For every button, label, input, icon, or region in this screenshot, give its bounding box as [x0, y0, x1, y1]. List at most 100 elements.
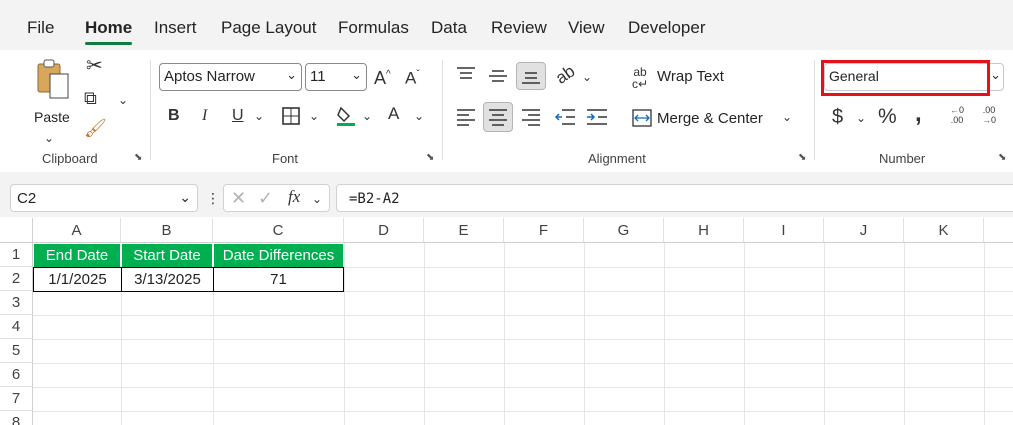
merge-center-button[interactable]: Merge & Center ⌄ — [630, 104, 800, 132]
font-color-dropdown-icon[interactable]: ⌄ — [414, 108, 424, 124]
row-header-3[interactable]: 3 — [0, 291, 33, 315]
alignment-group-label: Alignment — [588, 151, 646, 166]
orientation-icon[interactable]: ab — [552, 61, 578, 87]
cell-c1[interactable]: Date Differences — [213, 243, 344, 268]
wrap-text-button[interactable]: ab c↵ Wrap Text — [630, 62, 730, 90]
column-header-g[interactable]: G — [584, 218, 664, 243]
align-bottom-button[interactable] — [516, 62, 546, 90]
cut-icon[interactable]: ✂ — [86, 56, 103, 76]
align-center-button[interactable] — [483, 102, 513, 132]
comma-style-icon[interactable]: , — [915, 102, 922, 126]
bold-button[interactable]: B — [168, 108, 180, 124]
number-group-label: Number — [879, 151, 926, 166]
decrease-indent-icon[interactable] — [554, 108, 576, 126]
increase-indent-icon[interactable] — [586, 108, 608, 126]
select-all-corner[interactable] — [0, 218, 33, 243]
name-box[interactable]: C2 ⌄ — [10, 184, 198, 212]
menu-bar: File Home Insert Page Layout Formulas Da… — [0, 0, 1013, 50]
copy-dropdown-icon[interactable]: ⌄ — [118, 92, 128, 108]
tab-data[interactable]: Data — [431, 18, 467, 38]
font-size-select[interactable]: 11 ⌄ — [305, 63, 367, 91]
tab-insert[interactable]: Insert — [154, 18, 197, 38]
decrease-decimal-icon[interactable]: .00 →0 — [976, 105, 1002, 129]
cell-b1[interactable]: Start Date — [121, 243, 213, 268]
paste-icon — [37, 59, 69, 99]
tab-formulas[interactable]: Formulas — [338, 18, 409, 38]
column-header-e[interactable]: E — [424, 218, 504, 243]
tab-file[interactable]: File — [27, 18, 54, 38]
gridline — [33, 339, 1013, 340]
cancel-icon[interactable]: ✕ — [231, 189, 246, 207]
tab-developer[interactable]: Developer — [628, 18, 706, 38]
cell-a2[interactable]: 1/1/2025 — [33, 267, 122, 292]
decrease-font-size-icon[interactable]: Aˇ — [405, 67, 420, 87]
alignment-launcher-icon[interactable]: ⬊ — [798, 153, 809, 164]
font-group-label: Font — [272, 151, 299, 166]
paste-label: Paste — [34, 109, 70, 125]
column-header-h[interactable]: H — [664, 218, 744, 243]
column-header-d[interactable]: D — [344, 218, 424, 243]
column-header-k[interactable]: K — [904, 218, 984, 243]
tab-page-layout[interactable]: Page Layout — [221, 18, 316, 38]
italic-button[interactable]: I — [202, 108, 207, 124]
percent-icon[interactable]: % — [878, 106, 897, 127]
group-separator — [442, 60, 443, 160]
row-header-5[interactable]: 5 — [0, 339, 33, 363]
increase-font-size-icon[interactable]: A^ — [374, 67, 391, 87]
row-header-8[interactable]: 8 — [0, 411, 33, 425]
tab-view[interactable]: View — [568, 18, 605, 38]
column-header-c[interactable]: C — [213, 218, 344, 243]
align-right-icon[interactable] — [521, 108, 541, 126]
enter-icon[interactable]: ✓ — [258, 189, 273, 207]
chevron-down-icon: ⌄ — [286, 67, 297, 82]
column-header-j[interactable]: J — [824, 218, 904, 243]
clipboard-launcher-icon[interactable]: ⬊ — [134, 153, 145, 164]
gridline — [424, 243, 425, 425]
currency-dropdown-icon[interactable]: ⌄ — [856, 110, 866, 126]
orientation-dropdown-icon[interactable]: ⌄ — [582, 69, 592, 85]
cell-c2[interactable]: 71 — [213, 267, 344, 292]
copy-icon[interactable]: ⧉ — [84, 89, 97, 107]
column-header-a[interactable]: A — [33, 218, 121, 243]
tab-home[interactable]: Home — [85, 18, 132, 38]
row-header-1[interactable]: 1 — [0, 243, 33, 267]
row-header-2[interactable]: 2 — [0, 267, 33, 291]
row-header-4[interactable]: 4 — [0, 315, 33, 339]
fill-color-icon[interactable] — [335, 105, 357, 127]
currency-icon[interactable]: $ — [832, 107, 843, 127]
worksheet: A B C D E F G H I J K 1 2 3 4 5 6 7 8 En… — [0, 218, 1013, 425]
font-launcher-icon[interactable]: ⬊ — [426, 153, 437, 164]
format-painter-icon[interactable]: 🖌 — [84, 119, 107, 137]
underline-button[interactable]: U — [232, 108, 244, 124]
cell-b2[interactable]: 3/13/2025 — [121, 267, 214, 292]
column-header-b[interactable]: B — [121, 218, 213, 243]
merge-center-icon — [632, 109, 652, 127]
column-header-f[interactable]: F — [504, 218, 584, 243]
column-header-i[interactable]: I — [744, 218, 824, 243]
column-header-partial[interactable] — [984, 218, 1013, 243]
tab-review[interactable]: Review — [491, 18, 547, 38]
formula-input[interactable]: =B2-A2 — [336, 184, 1013, 212]
font-color-icon[interactable]: A — [388, 105, 399, 122]
fill-color-dropdown-icon[interactable]: ⌄ — [362, 108, 372, 124]
more-options-icon[interactable]: ⋮ — [206, 190, 220, 206]
align-top-icon[interactable] — [456, 66, 476, 82]
paste-button[interactable]: Paste ⌄ — [30, 58, 72, 145]
group-separator — [814, 60, 815, 160]
font-size-value: 11 — [310, 68, 326, 85]
formula-buttons: ✕ ✓ fx ⌄ — [223, 184, 330, 212]
row-header-6[interactable]: 6 — [0, 363, 33, 387]
row-header-7[interactable]: 7 — [0, 387, 33, 411]
insert-function-icon[interactable]: fx — [288, 188, 300, 205]
font-name-select[interactable]: Aptos Narrow ⌄ — [159, 63, 302, 91]
align-left-icon[interactable] — [456, 108, 476, 126]
align-middle-icon[interactable] — [488, 68, 508, 84]
borders-icon[interactable] — [281, 106, 301, 126]
underline-dropdown-icon[interactable]: ⌄ — [254, 108, 264, 124]
borders-dropdown-icon[interactable]: ⌄ — [309, 108, 319, 124]
align-center-icon — [489, 109, 507, 126]
number-launcher-icon[interactable]: ⬊ — [998, 153, 1009, 164]
cell-a1[interactable]: End Date — [33, 243, 121, 268]
name-box-value: C2 — [17, 190, 37, 207]
increase-decimal-icon[interactable]: ←0.00 — [944, 105, 970, 129]
